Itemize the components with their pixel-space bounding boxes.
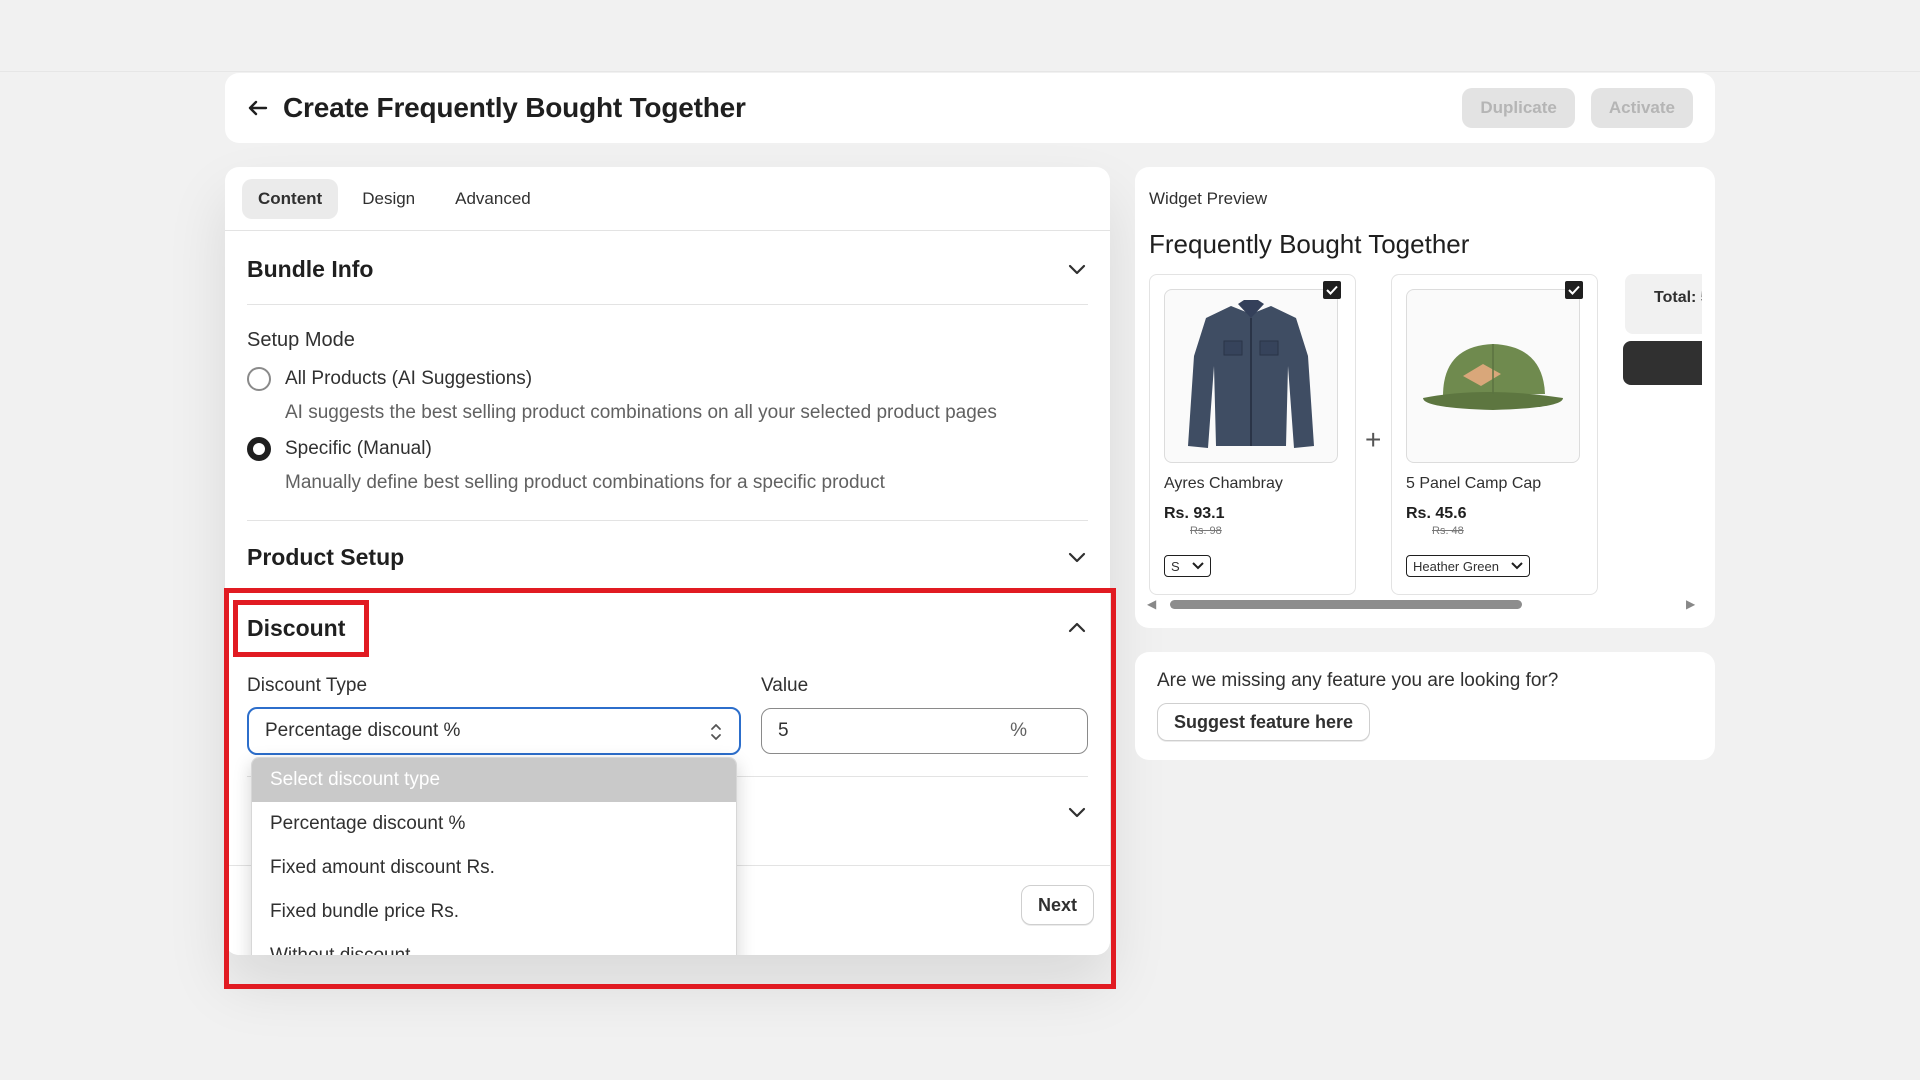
variant-value: Heather Green (1413, 558, 1499, 574)
chevron-down-icon (1511, 562, 1523, 570)
duplicate-button[interactable]: Duplicate (1462, 88, 1575, 128)
discount-title: Discount (247, 614, 346, 641)
product-image-cap (1406, 289, 1580, 463)
discount-header[interactable]: Discount (225, 608, 1110, 648)
discount-type-select[interactable]: Percentage discount % (247, 707, 741, 755)
chevron-down-icon (1191, 562, 1204, 570)
discount-type-label: Discount Type (247, 675, 368, 696)
bundle-info-title: Bundle Info (247, 255, 374, 282)
suggest-feature-button[interactable]: Suggest feature here (1157, 703, 1371, 741)
header-actions: Duplicate Activate (1462, 88, 1693, 128)
bundle-info-header[interactable]: Bundle Info (225, 249, 1110, 289)
editor-card: Content Design Advanced Bundle Info Setu… (225, 167, 1110, 955)
chevron-down-icon[interactable] (1066, 801, 1088, 823)
checkbox-checked-icon[interactable] (1565, 281, 1583, 299)
select-updown-icon (709, 721, 723, 749)
preview-clip-edge (1702, 267, 1715, 417)
radio-label: Specific (Manual) (285, 438, 432, 459)
widget-preview-title: Frequently Bought Together (1149, 229, 1470, 259)
chevron-down-icon[interactable] (1066, 546, 1088, 568)
radio-specific-manual[interactable]: Specific (Manual) (247, 437, 432, 461)
next-button[interactable]: Next (1020, 885, 1094, 925)
activate-button[interactable]: Activate (1590, 88, 1693, 128)
product-price: Rs. 45.6 (1406, 505, 1467, 522)
product-name: Ayres Chambray (1164, 475, 1283, 492)
product-compare-price: Rs. 98 (1190, 525, 1222, 537)
back-arrow-icon[interactable] (247, 97, 269, 119)
product-compare-price: Rs. 48 (1432, 525, 1464, 537)
add-to-cart-button[interactable] (1623, 341, 1703, 385)
dropdown-option[interactable]: Percentage discount % (252, 802, 736, 846)
product-card: Ayres Chambray Rs. 93.1 Rs. 98 S (1149, 274, 1356, 595)
product-price: Rs. 93.1 (1164, 505, 1225, 522)
divider (247, 520, 1088, 521)
radio-all-products[interactable]: All Products (AI Suggestions) (247, 367, 532, 391)
tab-advanced[interactable]: Advanced (439, 179, 547, 219)
dropdown-option[interactable]: Fixed bundle price Rs. (252, 890, 736, 934)
product-card: 5 Panel Camp Cap Rs. 45.6 Rs. 48 Heather… (1391, 274, 1598, 595)
feature-feedback-card: Are we missing any feature you are looki… (1135, 652, 1715, 760)
setup-mode-label: Setup Mode (247, 329, 355, 351)
scroll-left-arrow-icon[interactable]: ◀ (1147, 597, 1156, 611)
tab-bar: Content Design Advanced (225, 167, 1110, 231)
radio-help-text: Manually define best selling product com… (285, 472, 885, 493)
tab-design[interactable]: Design (346, 179, 431, 219)
scroll-right-arrow-icon[interactable]: ▶ (1686, 597, 1695, 611)
discount-value-input[interactable]: 5 % (761, 708, 1088, 754)
variant-select[interactable]: S (1164, 555, 1211, 577)
value-label: Value (761, 675, 809, 696)
page-title: Create Frequently Bought Together (283, 92, 746, 123)
plus-icon: + (1365, 424, 1382, 455)
radio-label: All Products (AI Suggestions) (285, 368, 533, 389)
radio-help-text: AI suggests the best selling product com… (285, 402, 997, 423)
select-value: Percentage discount % (265, 720, 461, 741)
radio-button[interactable] (247, 367, 271, 391)
horizontal-scrollbar[interactable] (1170, 600, 1522, 609)
top-divider (0, 71, 1920, 72)
variant-value: S (1171, 558, 1180, 574)
page-header: Create Frequently Bought Together Duplic… (225, 73, 1715, 143)
dropdown-option-placeholder[interactable]: Select discount type (252, 758, 736, 802)
value-text: 5 (778, 720, 789, 741)
dropdown-option[interactable]: Fixed amount discount Rs. (252, 846, 736, 890)
percent-suffix: % (1010, 720, 1027, 741)
chevron-down-icon[interactable] (1066, 258, 1088, 280)
widget-preview-card: Widget Preview Frequently Bought Togethe… (1135, 167, 1715, 628)
divider (247, 304, 1088, 305)
product-name: 5 Panel Camp Cap (1406, 475, 1542, 492)
product-setup-title: Product Setup (247, 543, 405, 570)
product-image-shirt (1164, 289, 1338, 463)
widget-preview-label: Widget Preview (1149, 189, 1268, 208)
dropdown-option[interactable]: Without discount (252, 934, 736, 955)
radio-button-checked[interactable] (247, 437, 271, 461)
chevron-up-icon[interactable] (1066, 617, 1088, 639)
feedback-question: Are we missing any feature you are looki… (1157, 670, 1559, 691)
tab-content[interactable]: Content (242, 178, 339, 219)
checkbox-checked-icon[interactable] (1323, 281, 1341, 299)
discount-type-dropdown: Select discount type Percentage discount… (251, 757, 737, 955)
variant-select[interactable]: Heather Green (1406, 555, 1530, 577)
product-setup-header[interactable]: Product Setup (225, 537, 1110, 577)
